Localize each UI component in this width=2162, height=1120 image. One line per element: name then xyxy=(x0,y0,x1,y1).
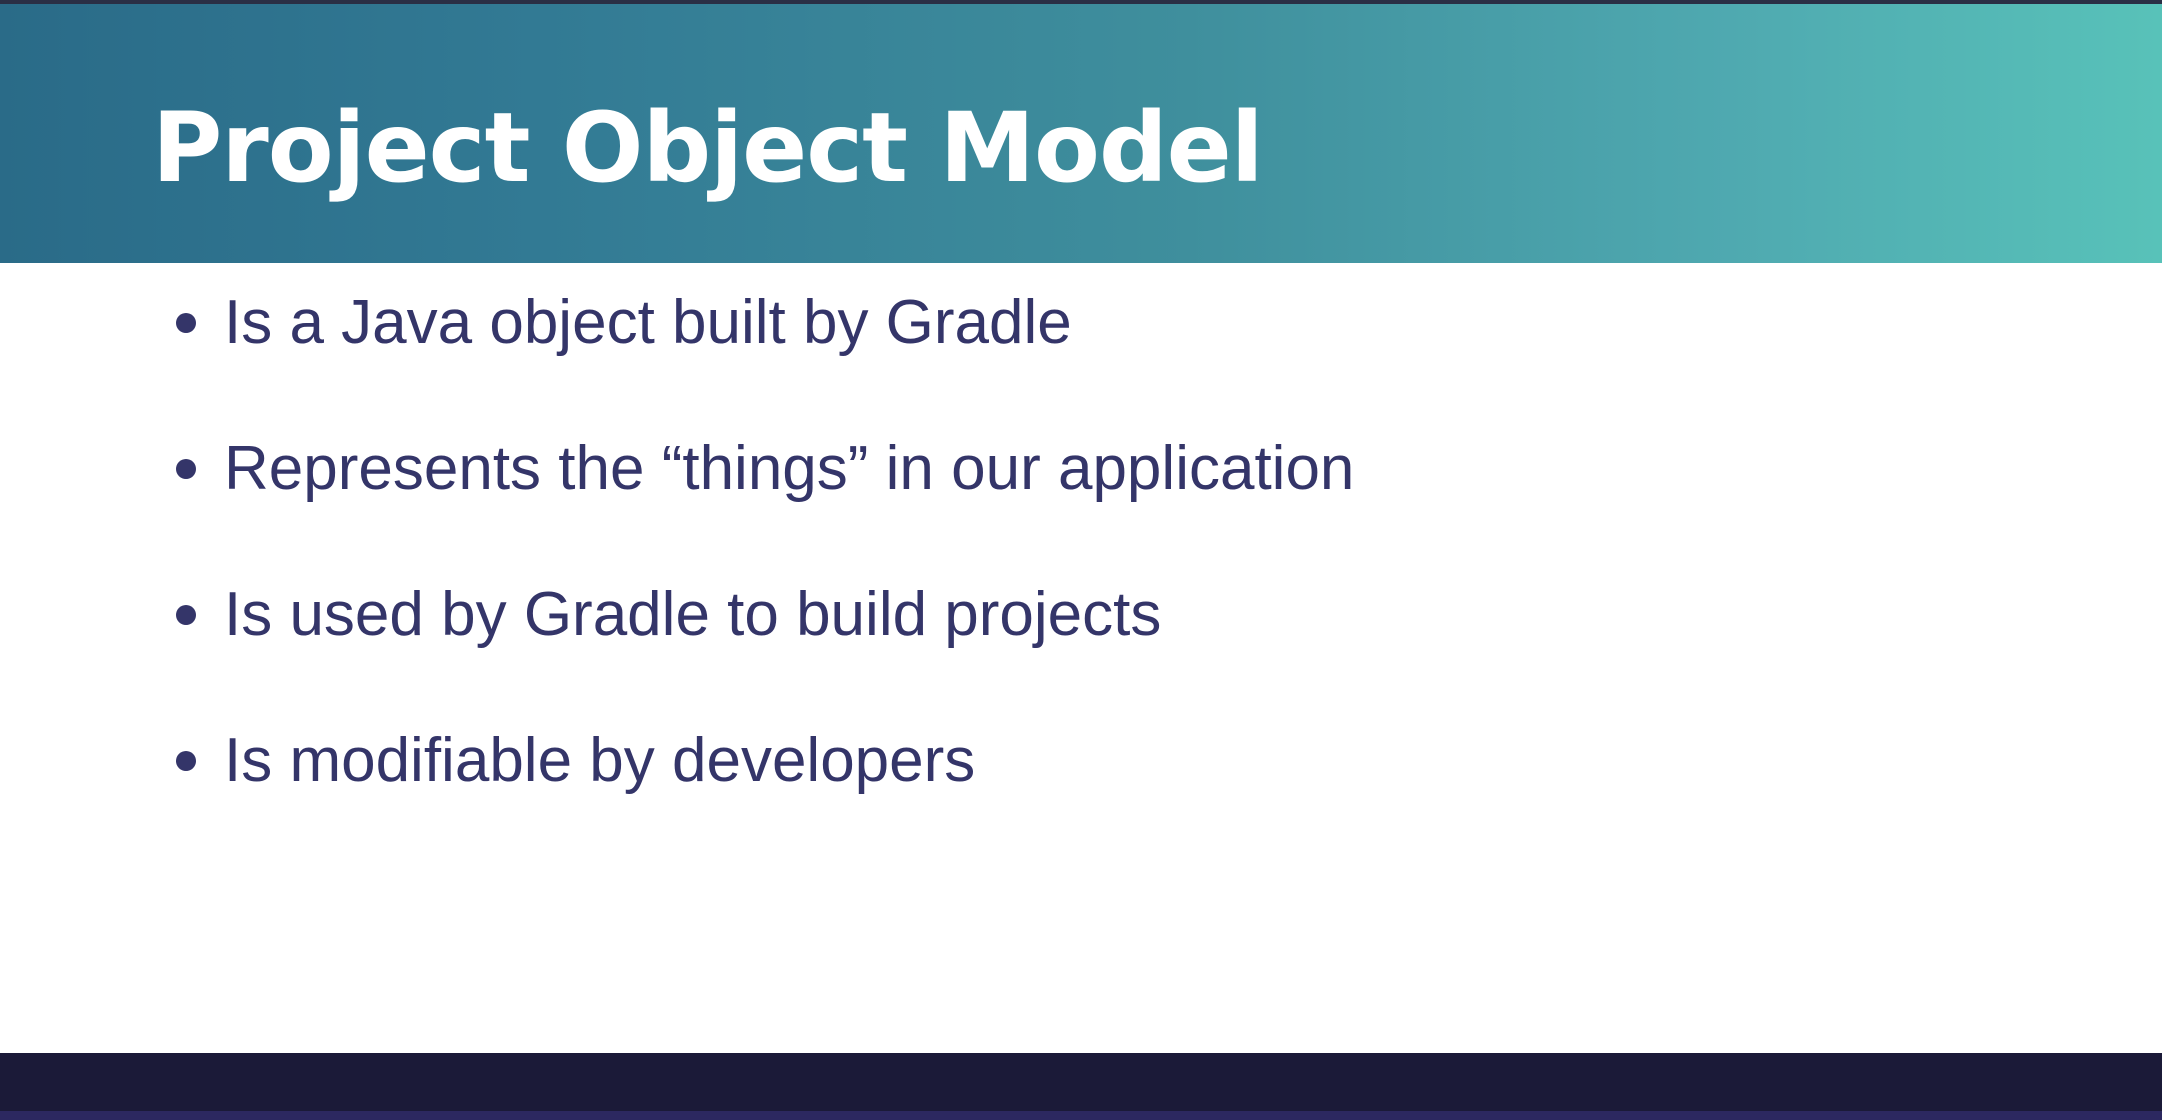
bullet-text: Represents the “things” in our applicati… xyxy=(224,434,1355,503)
bullet-text: Is modifiable by developers xyxy=(224,726,976,795)
presentation-slide: Project Object Model Is a Java object bu… xyxy=(0,0,2162,1120)
bullet-dot-icon xyxy=(176,459,196,479)
bullet-dot-icon xyxy=(176,605,196,625)
bullet-text: Is used by Gradle to build projects xyxy=(224,580,1162,649)
bullet-item: Is used by Gradle to build projects xyxy=(0,555,2162,701)
bullet-text: Is a Java object built by Gradle xyxy=(224,288,1072,357)
footer-band xyxy=(0,1053,2162,1120)
bullet-item: Represents the “things” in our applicati… xyxy=(0,409,2162,555)
slide-header-banner: Project Object Model xyxy=(0,4,2162,263)
bullet-list: Is a Java object built by Gradle Represe… xyxy=(0,263,2162,847)
footer-accent-line xyxy=(0,1111,2162,1120)
bullet-item: Is modifiable by developers xyxy=(0,701,2162,847)
bullet-dot-icon xyxy=(176,313,196,333)
bullet-item: Is a Java object built by Gradle xyxy=(0,263,2162,409)
slide-title: Project Object Model xyxy=(152,92,1264,204)
bullet-dot-icon xyxy=(176,751,196,771)
